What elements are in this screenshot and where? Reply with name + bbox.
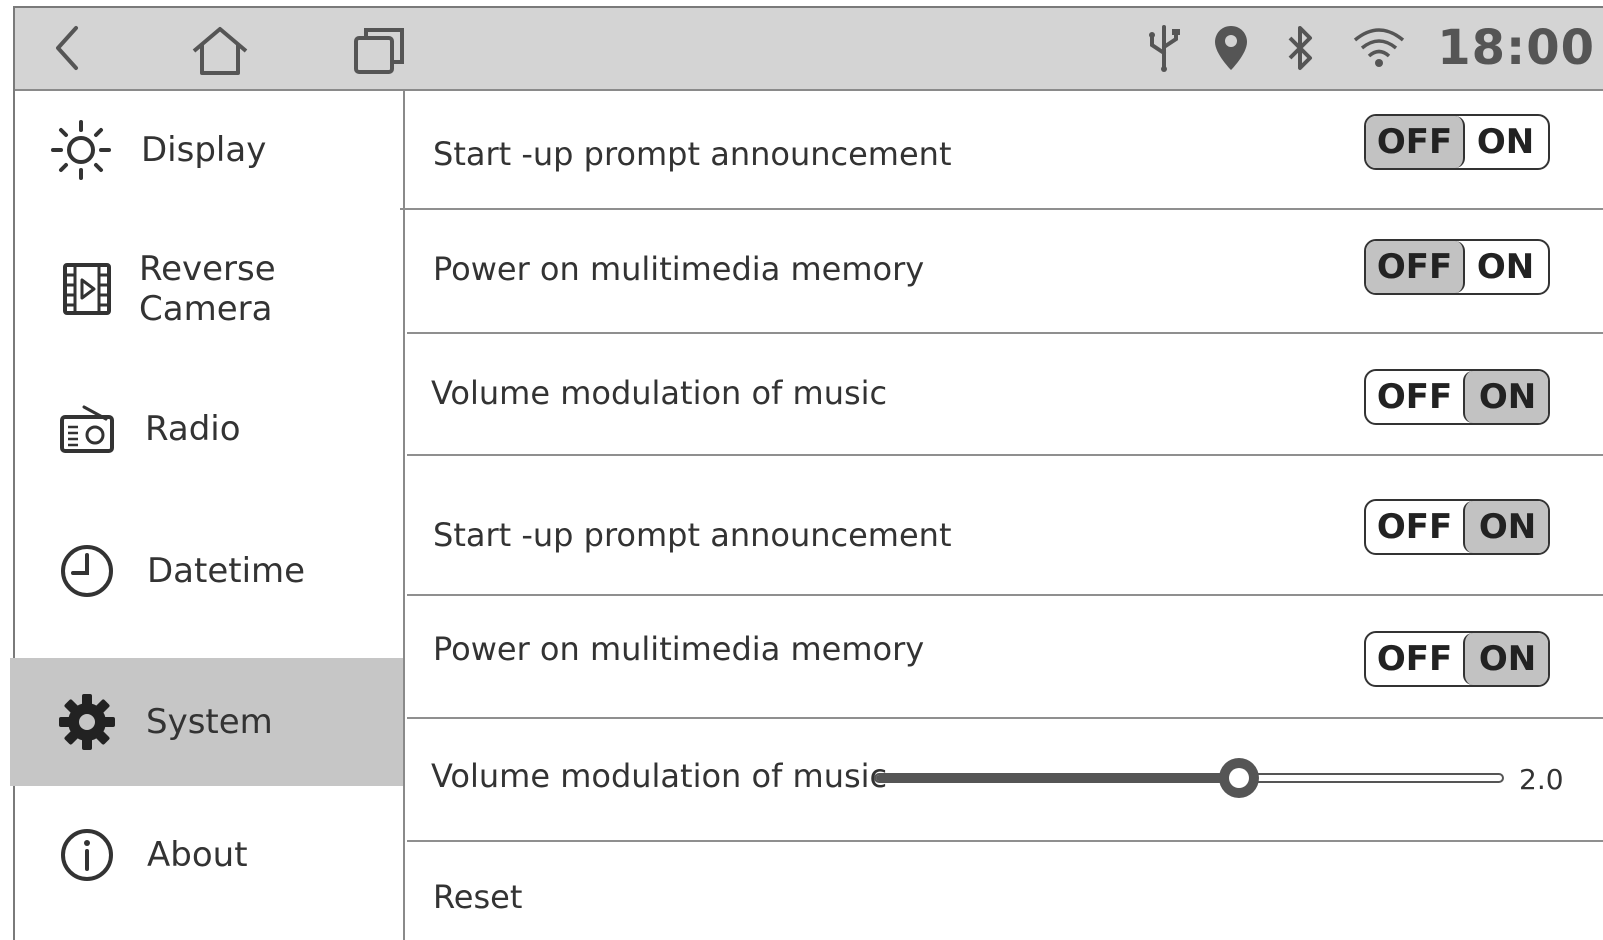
radio-icon xyxy=(55,397,119,461)
setting-label: Start -up prompt announcement xyxy=(433,516,952,554)
sidebar-item-datetime[interactable]: Datetime xyxy=(15,505,405,637)
on-off-toggle[interactable]: OFF ON xyxy=(1364,631,1550,687)
volume-slider-track[interactable] xyxy=(874,773,1504,783)
status-bar: 18:00 xyxy=(15,8,1603,91)
on-off-toggle[interactable]: OFF ON xyxy=(1364,369,1550,425)
sidebar-item-radio[interactable]: Radio xyxy=(15,363,405,495)
clock-icon xyxy=(55,539,119,603)
toggle-off-option[interactable]: OFF xyxy=(1366,241,1465,293)
toggle-on-option[interactable]: ON xyxy=(1463,371,1548,423)
sidebar-item-display[interactable]: Display xyxy=(15,91,405,209)
status-clock: 18:00 xyxy=(1437,20,1595,76)
toggle-on-option[interactable]: ON xyxy=(1463,501,1548,553)
toggle-off-option[interactable]: OFF xyxy=(1366,501,1463,553)
sidebar-item-label: Display xyxy=(141,130,267,170)
sidebar-item-label: About xyxy=(147,835,248,875)
video-file-icon xyxy=(55,257,119,321)
sidebar-item-label: Radio xyxy=(145,409,241,449)
settings-list: Start -up prompt announcement OFF ON Pow… xyxy=(407,91,1603,940)
setting-label: Start -up prompt announcement xyxy=(433,135,952,173)
on-off-toggle[interactable]: OFF ON xyxy=(1364,499,1550,555)
sidebar-item-system[interactable]: System xyxy=(10,658,403,786)
setting-row: Start -up prompt announcement OFF ON xyxy=(407,456,1603,596)
setting-label: Volume modulation of music xyxy=(431,374,888,412)
sidebar-item-reverse-camera[interactable]: Reverse Camera xyxy=(15,223,405,355)
setting-row: Volume modulation of music 2.0 xyxy=(407,719,1603,842)
slider-value: 2.0 xyxy=(1519,763,1564,796)
volume-slider-thumb[interactable] xyxy=(1219,758,1260,798)
reset-button[interactable]: Reset xyxy=(433,878,522,916)
bluetooth-icon xyxy=(1281,22,1321,74)
usb-icon xyxy=(1143,22,1185,74)
setting-row: Power on mulitimedia memory OFF ON xyxy=(407,596,1603,719)
sidebar-item-label: Datetime xyxy=(147,551,306,591)
toggle-on-option[interactable]: ON xyxy=(1463,116,1548,168)
wifi-icon xyxy=(1351,22,1407,74)
setting-label: Power on mulitimedia memory xyxy=(433,250,925,288)
recents-icon[interactable] xyxy=(351,22,407,78)
back-icon[interactable] xyxy=(45,22,89,74)
setting-label: Power on mulitimedia memory xyxy=(433,630,925,668)
volume-slider-fill xyxy=(876,775,1242,781)
on-off-toggle[interactable]: OFF ON xyxy=(1364,114,1550,170)
sidebar-item-label: Reverse Camera xyxy=(139,249,276,329)
setting-label: Volume modulation of music xyxy=(431,757,888,795)
setting-row: Start -up prompt announcement OFF ON xyxy=(407,91,1603,210)
on-off-toggle[interactable]: OFF ON xyxy=(1364,239,1550,295)
setting-row: Power on mulitimedia memory OFF ON xyxy=(407,210,1603,334)
setting-row-reset[interactable]: Reset xyxy=(407,842,1603,940)
sidebar-item-label: System xyxy=(146,702,273,742)
sidebar-item-about[interactable]: About xyxy=(15,791,405,919)
toggle-on-option[interactable]: ON xyxy=(1463,241,1548,293)
brightness-icon xyxy=(49,118,113,182)
toggle-off-option[interactable]: OFF xyxy=(1366,633,1463,685)
divider xyxy=(400,208,408,210)
sidebar: Display Reverse Camera Radio Datetime Sy… xyxy=(10,91,405,940)
home-icon[interactable] xyxy=(187,22,253,78)
toggle-off-option[interactable]: OFF xyxy=(1366,116,1465,168)
setting-row: Volume modulation of music OFF ON xyxy=(407,334,1603,456)
toggle-on-option[interactable]: ON xyxy=(1463,633,1548,685)
info-icon xyxy=(55,823,119,887)
gear-icon xyxy=(55,690,119,754)
toggle-off-option[interactable]: OFF xyxy=(1366,371,1463,423)
location-icon xyxy=(1211,22,1251,74)
